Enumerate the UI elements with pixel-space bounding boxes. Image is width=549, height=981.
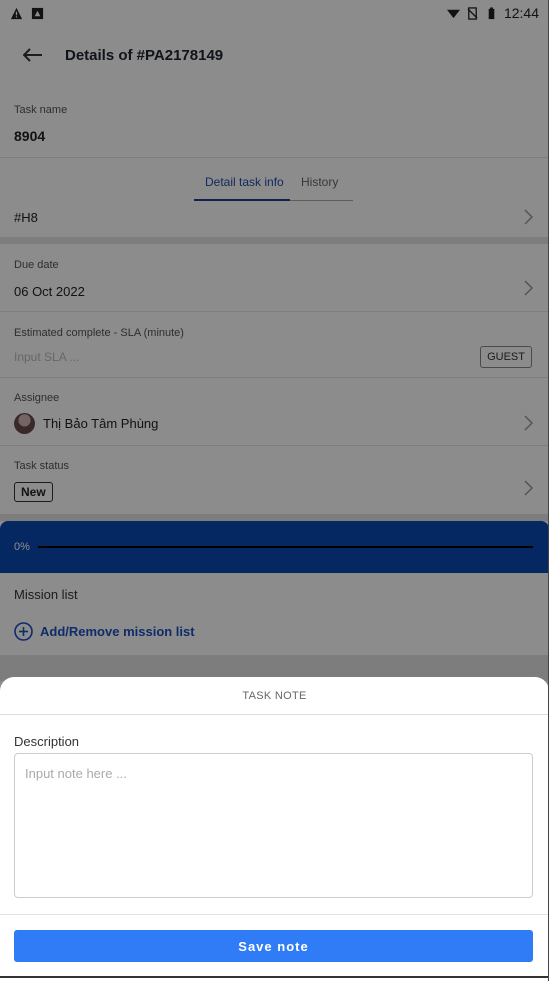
- app-screen: 12:44 Details of #PA2178149 Task name 89…: [0, 0, 549, 981]
- description-label: Description: [14, 734, 80, 749]
- sheet-title: TASK NOTE: [0, 677, 548, 715]
- bottom-edge: [0, 976, 548, 978]
- note-input[interactable]: [14, 753, 533, 898]
- task-note-sheet: TASK NOTE Description Save note: [0, 677, 548, 981]
- save-note-button[interactable]: Save note: [14, 930, 533, 962]
- sheet-divider: [0, 914, 548, 915]
